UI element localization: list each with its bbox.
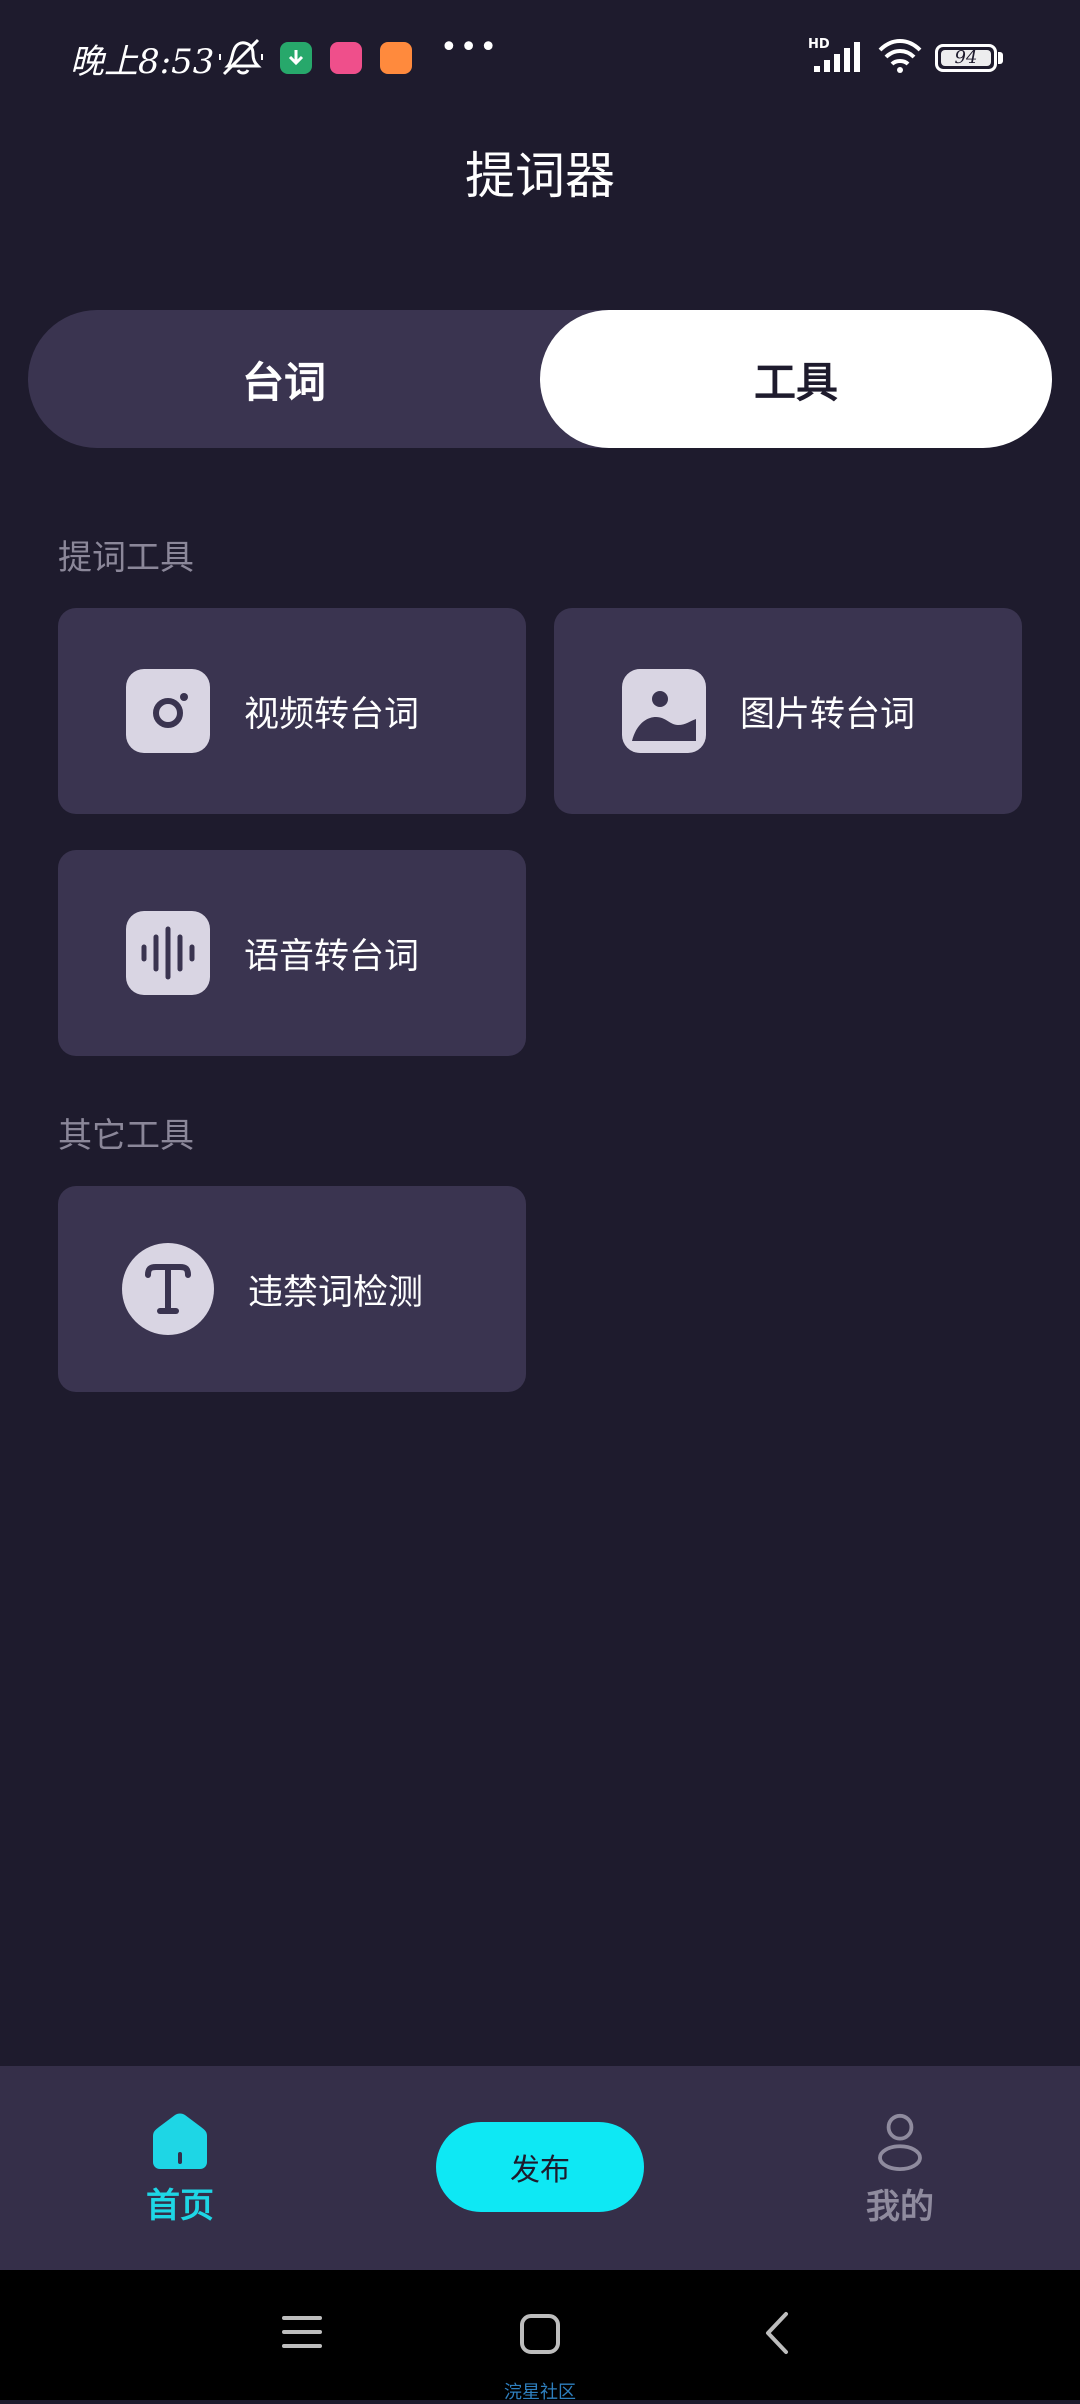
audio-to-script-card[interactable]: 语音转台词 xyxy=(58,850,526,1056)
nav-home[interactable]: 首页 xyxy=(120,2112,240,2228)
audio-wave-icon xyxy=(126,911,210,995)
download-app-icon xyxy=(280,42,312,74)
menu-icon[interactable] xyxy=(282,2312,322,2356)
tab-tools[interactable]: 工具 xyxy=(540,310,1052,448)
svg-text:HD: HD xyxy=(808,37,830,52)
card-label: 视频转台词 xyxy=(244,694,420,735)
publish-button[interactable]: 发布 xyxy=(436,2122,644,2212)
tab-dialogue[interactable]: 台词 xyxy=(28,310,540,448)
section-title-prompt-tools: 提词工具 xyxy=(58,538,194,578)
page-title: 提词器 xyxy=(465,147,615,205)
card-label: 图片转台词 xyxy=(740,694,916,735)
section-title-other-tools: 其它工具 xyxy=(58,1116,194,1156)
mute-icon xyxy=(218,36,264,82)
signal-icon: HD xyxy=(808,36,864,80)
home-icon xyxy=(153,2113,207,2169)
back-chevron-icon[interactable] xyxy=(760,2310,794,2360)
nav-home-label: 首页 xyxy=(146,2186,214,2226)
watermark-text: 浣星社区 xyxy=(504,2382,576,2403)
wifi-icon xyxy=(876,38,924,78)
home-square-icon[interactable] xyxy=(518,2312,562,2360)
nav-mine-label: 我的 xyxy=(866,2187,934,2227)
image-icon xyxy=(622,669,706,753)
user-icon xyxy=(878,2113,922,2171)
forbidden-word-check-card[interactable]: 违禁词检测 xyxy=(58,1186,526,1392)
music-app-icon xyxy=(330,42,362,74)
more-notifications-icon: ••• xyxy=(440,30,500,65)
video-to-script-card[interactable]: 视频转台词 xyxy=(58,608,526,814)
battery-icon: 94 xyxy=(935,44,997,72)
nav-mine[interactable]: 我的 xyxy=(840,2112,960,2228)
text-t-icon xyxy=(122,1243,214,1335)
card-label: 违禁词检测 xyxy=(248,1272,424,1313)
taobao-app-icon xyxy=(380,42,412,74)
battery-level: 94 xyxy=(954,47,978,68)
status-time: 晚上8:53 xyxy=(70,42,215,82)
card-label: 语音转台词 xyxy=(244,936,420,977)
battery-tip xyxy=(998,52,1003,64)
camera-icon xyxy=(126,669,210,753)
image-to-script-card[interactable]: 图片转台词 xyxy=(554,608,1022,814)
